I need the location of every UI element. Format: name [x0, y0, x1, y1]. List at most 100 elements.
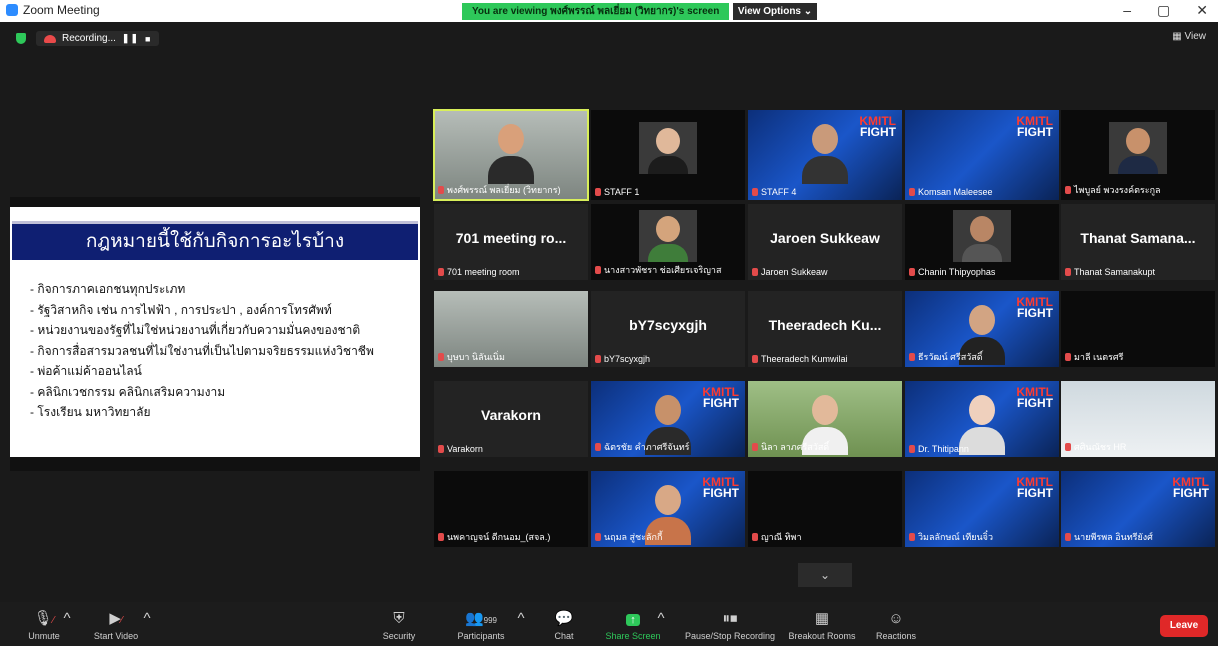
participants-label: Participants	[457, 631, 505, 641]
participant-tile[interactable]: KMITL FIGHT ธีรวัฒน์ ศรีสวัสดิ์	[905, 291, 1059, 367]
participant-tile[interactable]: 701 meeting ro... 701 meeting room	[434, 204, 588, 280]
slide-bullet: - โรงเรียน มหาวิทยาลัย	[30, 405, 151, 419]
muted-mic-icon	[438, 445, 444, 453]
reactions-button[interactable]: ☺ Reactions	[870, 610, 922, 641]
participant-video	[802, 124, 848, 184]
window-title: Zoom Meeting	[23, 3, 100, 17]
participant-name: ฉัตรชัย คำภาศรีจันทร์	[604, 442, 690, 452]
participant-name: Varakorn	[447, 444, 483, 454]
participant-tile[interactable]: นพคาญจน์ ดีกนอม_(สจล.)	[434, 471, 588, 547]
caret-up-icon: ^	[63, 610, 71, 627]
window-controls: – ▢ ✕	[1123, 2, 1208, 19]
kmitl-fight-logo: KMITL FIGHT	[1016, 115, 1053, 138]
participant-tile[interactable]: Varakorn Varakorn	[434, 381, 588, 457]
logo-line-2: FIGHT	[1017, 396, 1053, 410]
grid-view-icon: ▦	[1172, 31, 1185, 42]
participant-name-label: ญาณี ทิพา	[752, 530, 802, 544]
participant-name: Thanat Samanakupt	[1074, 267, 1156, 277]
chat-button[interactable]: 💬 Chat	[546, 610, 582, 641]
participant-name: วิมลลักษณ์ เทียนจิ๋ว	[918, 532, 994, 542]
slide-bullet-list: - กิจการภาคเอกชนทุกประเภท - รัฐวิสาหกิจ …	[30, 279, 374, 423]
participant-tile[interactable]: ศศินณัชร HR	[1061, 381, 1215, 457]
view-button[interactable]: ▦ View	[1172, 31, 1206, 42]
participant-count: 999	[483, 616, 498, 625]
participant-name: นิลา ลาภศรีสวัสดิ์	[761, 442, 830, 452]
participant-tile[interactable]: KMITL FIGHT นฤมล สู่ชะลักกี้	[591, 471, 745, 547]
muted-mic-icon	[1065, 268, 1071, 276]
participant-tile[interactable]: KMITL FIGHT Komsan Maleesee	[905, 110, 1059, 200]
participants-button[interactable]: 👥999 Participants	[450, 610, 512, 641]
slide-bullet: - พ่อค้าแม่ค้าออนไลน์	[30, 364, 142, 378]
participant-tile[interactable]: KMITL FIGHT นายพีรพล อินทรียังศ์	[1061, 471, 1215, 547]
participant-tile[interactable]: Jaroen Sukkeaw Jaroen Sukkeaw	[748, 204, 902, 280]
chevron-down-icon: ⌄	[819, 568, 831, 582]
participant-tile[interactable]: พงศ์พรรณ์ พลเยี่ยม (วิทยากร)	[433, 109, 589, 201]
slide-bullet: - กิจการภาคเอกชนทุกประเภท	[30, 282, 186, 296]
meeting-toolbar: 🎙⁄ Unmute ^ ▶⁄ Start Video ^ ⛨ Security …	[0, 602, 1218, 646]
participant-tile[interactable]: Chanin Thipyophas	[905, 204, 1059, 280]
participant-name: ไพบูลย์ พวงรงค์ตระกูล	[1074, 185, 1161, 195]
participant-tile[interactable]: นิลา ลาภศรีสวัสดิ์	[748, 381, 902, 457]
chat-bubble-icon: 💬	[554, 610, 574, 627]
pause-stop-recording-button[interactable]: ⏸⏹ Pause/Stop Recording	[678, 610, 782, 641]
participant-name: Dr. Thitipann	[918, 444, 969, 454]
muted-mic-icon	[752, 188, 758, 196]
participant-name: STAFF 4	[761, 187, 797, 197]
participant-display-name: 701 meeting ro...	[455, 230, 567, 246]
participants-caret[interactable]: ^	[514, 610, 528, 628]
logo-line-2: FIGHT	[1017, 486, 1053, 500]
participant-tile[interactable]: บุษบา นิลันเนิ่ม	[434, 291, 588, 367]
participant-tile[interactable]: KMITL FIGHT ฉัตรชัย คำภาศรีจันทร์	[591, 381, 745, 457]
participant-display-name: Thanat Samana...	[1080, 230, 1196, 246]
muted-mic-icon	[909, 188, 915, 196]
participant-tile[interactable]: bY7scyxgjh bY7scyxgjh	[591, 291, 745, 367]
participant-tile[interactable]: KMITL FIGHT STAFF 4	[748, 110, 902, 200]
muted-mic-icon	[595, 355, 601, 363]
participant-display-name: bY7scyxgjh	[629, 317, 707, 333]
participant-name-label: STAFF 1	[595, 187, 639, 197]
minimize-button[interactable]: –	[1123, 2, 1131, 19]
breakout-rooms-button[interactable]: ▦ Breakout Rooms	[784, 610, 860, 641]
stop-recording-icon[interactable]: ■	[145, 34, 151, 44]
participant-tile[interactable]: KMITL FIGHT วิมลลักษณ์ เทียนจิ๋ว	[905, 471, 1059, 547]
participant-tile[interactable]: STAFF 1	[591, 110, 745, 200]
cloud-recording-icon	[44, 34, 56, 43]
muted-mic-icon	[1065, 533, 1071, 541]
participant-name-label: นิลา ลาภศรีสวัสดิ์	[752, 440, 829, 454]
muted-mic-icon	[595, 266, 601, 274]
participant-name-label: Jaroen Sukkeaw	[752, 267, 828, 277]
pause-recording-icon[interactable]: ❚❚	[122, 33, 139, 44]
view-options-button[interactable]: View Options ⌄	[733, 3, 817, 20]
close-button[interactable]: ✕	[1196, 2, 1208, 19]
participant-name: Theeradech Kumwilai	[761, 354, 848, 364]
participant-tile[interactable]: มาลี เนตรศรี	[1061, 291, 1215, 367]
gallery-next-page-button[interactable]: ⌄	[798, 563, 852, 587]
kmitl-fight-logo: KMITL FIGHT	[1172, 476, 1209, 499]
logo-line-2: FIGHT	[1017, 306, 1053, 320]
participant-tile[interactable]: KMITL FIGHT Dr. Thitipann	[905, 381, 1059, 457]
video-options-caret[interactable]: ^	[140, 610, 154, 628]
muted-mic-icon	[1065, 353, 1071, 361]
encryption-shield-icon[interactable]	[16, 33, 26, 44]
zoom-logo-icon	[6, 4, 18, 16]
pause-stop-recording-label: Pause/Stop Recording	[684, 631, 776, 641]
participant-tile[interactable]: นางสาวพัชรา ช่อเศียรเจริญาส	[591, 204, 745, 280]
participant-tile[interactable]: ญาณี ทิพา	[748, 471, 902, 547]
leave-button[interactable]: Leave	[1160, 615, 1208, 637]
participant-tile[interactable]: Thanat Samana... Thanat Samanakupt	[1061, 204, 1215, 280]
muted-mic-icon	[752, 533, 758, 541]
security-button[interactable]: ⛨ Security	[374, 610, 424, 641]
participant-name-label: นฤมล สู่ชะลักกี้	[595, 530, 662, 544]
participant-video	[639, 122, 697, 174]
participant-name: นฤมล สู่ชะลักกี้	[604, 532, 663, 542]
participant-tile[interactable]: Theeradech Ku... Theeradech Kumwilai	[748, 291, 902, 367]
audio-options-caret[interactable]: ^	[60, 610, 74, 628]
muted-mic-icon	[438, 186, 444, 194]
muted-mic-icon	[595, 533, 601, 541]
participant-name-label: 701 meeting room	[438, 267, 520, 277]
share-options-caret[interactable]: ^	[654, 610, 668, 628]
participant-tile[interactable]: ไพบูลย์ พวงรงค์ตระกูล	[1061, 110, 1215, 200]
start-video-button[interactable]: ▶⁄ Start Video	[86, 610, 146, 641]
recording-bar: Recording... ❚❚ ■	[16, 31, 160, 46]
restore-button[interactable]: ▢	[1157, 2, 1170, 19]
